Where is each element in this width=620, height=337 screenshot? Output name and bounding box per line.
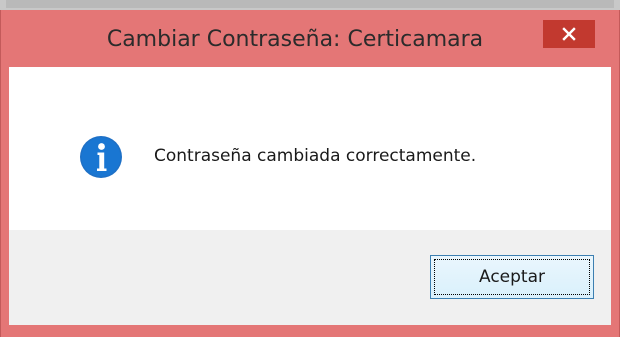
dialog-content: Contraseña cambiada correctamente. xyxy=(9,67,611,230)
focus-ring xyxy=(434,259,590,295)
info-icon xyxy=(80,136,122,178)
close-button[interactable] xyxy=(543,20,595,48)
background-window-inner xyxy=(6,0,614,8)
dialog-message: Contraseña cambiada correctamente. xyxy=(154,146,477,166)
dialog-window: Cambiar Contraseña: Certicamara Contrase… xyxy=(0,0,620,337)
accept-button[interactable]: Aceptar xyxy=(430,255,594,299)
dialog-title: Cambiar Contraseña: Certicamara xyxy=(106,27,484,52)
dialog-client-area: Contraseña cambiada correctamente. Acept… xyxy=(9,67,611,325)
close-icon xyxy=(562,27,576,41)
background-window-edge xyxy=(0,0,620,10)
